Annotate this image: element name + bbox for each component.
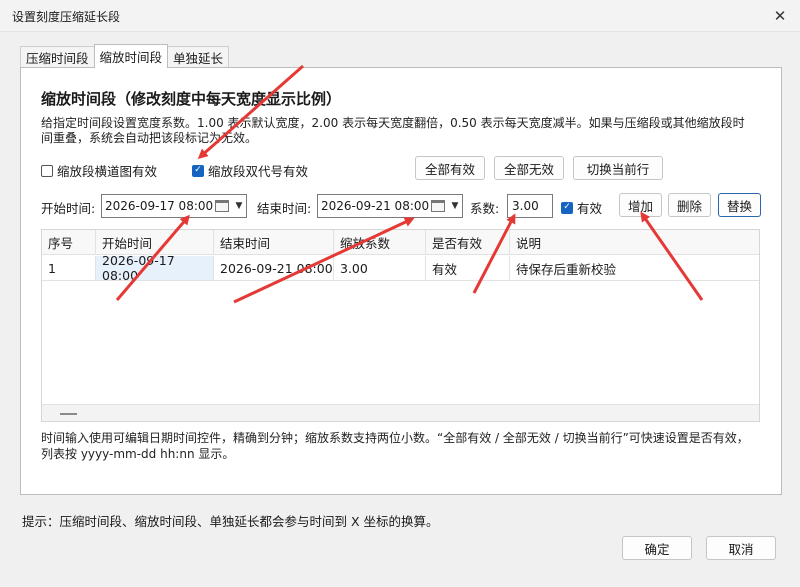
tab-panel: 缩放时间段（修改刻度中每天宽度显示比例） 给指定时间段设置宽度系数。1.00 表… xyxy=(20,67,782,495)
hint-text: 提示：压缩时间段、缩放时间段、单独延长都会参与时间到 X 坐标的换算。 xyxy=(22,514,439,529)
row-description[interactable]: 待保存后重新校验 xyxy=(510,256,759,281)
zone-table: 序号 开始时间 结束时间 缩放系数 是否有效 说明 1 2026-09-17 0… xyxy=(41,229,760,422)
horizontal-chart-label: 缩放段横道图有效 xyxy=(57,164,158,179)
column-header[interactable]: 序号 xyxy=(42,230,96,255)
add-button[interactable]: 增加 xyxy=(619,193,662,217)
replace-button[interactable]: 替换 xyxy=(718,193,761,217)
valid-label: 有效 xyxy=(577,201,603,216)
tab-scale[interactable]: 缩放时间段 xyxy=(93,44,169,68)
end-time-label: 结束时间: xyxy=(257,201,312,216)
checkbox-checked-icon: ✓ xyxy=(192,164,204,177)
chevron-down-icon[interactable]: ▼ xyxy=(448,201,462,211)
column-header[interactable]: 说明 xyxy=(510,230,759,255)
table-header: 序号 开始时间 结束时间 缩放系数 是否有效 说明 xyxy=(42,230,759,255)
double-code-label: 缩放段双代号有效 xyxy=(208,164,309,179)
horizontal-scrollbar[interactable] xyxy=(42,404,759,421)
end-time-value: 2026-09-21 08:00 xyxy=(321,199,430,213)
column-header[interactable]: 缩放系数 xyxy=(334,230,426,255)
calendar-icon[interactable] xyxy=(215,200,229,212)
row-start-time[interactable]: 2026-09-17 08:00 xyxy=(96,253,214,283)
factor-label: 系数: xyxy=(470,201,500,216)
section-description: 给指定时间段设置宽度系数。1.00 表示默认宽度，2.00 表示每天宽度翻倍，0… xyxy=(41,116,745,145)
cancel-button[interactable]: 取消 xyxy=(706,536,776,560)
double-code-checkbox[interactable]: ✓ 缩放段双代号有效 xyxy=(192,161,308,180)
row-index: 1 xyxy=(42,256,96,281)
start-time-picker[interactable]: 2026-09-17 08:00 ▼ xyxy=(101,194,247,218)
ok-button[interactable]: 确定 xyxy=(622,536,692,560)
close-icon[interactable]: ✕ xyxy=(760,0,800,32)
row-factor[interactable]: 3.00 xyxy=(334,256,426,281)
tab-extend[interactable]: 单独延长 xyxy=(167,46,230,68)
window-title: 设置刻度压缩延长段 xyxy=(12,10,121,24)
usage-note: 时间输入使用可编辑日期时间控件，精确到分钟；缩放系数支持两位小数。“全部有效 /… xyxy=(41,431,749,461)
tab-strip: 压缩时间段 缩放时间段 单独延长 xyxy=(20,44,230,68)
start-time-value: 2026-09-17 08:00 xyxy=(105,199,214,213)
horizontal-chart-checkbox[interactable]: 缩放段横道图有效 xyxy=(41,161,157,180)
delete-button[interactable]: 删除 xyxy=(668,193,711,217)
all-valid-button[interactable]: 全部有效 xyxy=(415,156,485,180)
chevron-down-icon[interactable]: ▼ xyxy=(232,201,246,211)
start-time-label: 开始时间: xyxy=(41,201,96,216)
tab-compress[interactable]: 压缩时间段 xyxy=(20,46,95,68)
section-title: 缩放时间段（修改刻度中每天宽度显示比例） xyxy=(41,90,342,108)
scrollbar-thumb[interactable] xyxy=(60,413,77,415)
calendar-icon[interactable] xyxy=(431,200,445,212)
column-header[interactable]: 开始时间 xyxy=(96,230,214,255)
toggle-current-button[interactable]: 切换当前行 xyxy=(573,156,663,180)
row-end-time[interactable]: 2026-09-21 08:00 xyxy=(214,256,334,281)
valid-checkbox[interactable]: ✓ 有效 xyxy=(561,198,602,217)
row-valid[interactable]: 有效 xyxy=(426,256,510,281)
checkbox-empty-icon xyxy=(41,164,53,177)
all-invalid-button[interactable]: 全部无效 xyxy=(494,156,564,180)
factor-input[interactable]: 3.00 xyxy=(507,194,553,218)
title-bar: 设置刻度压缩延长段 ✕ xyxy=(0,0,800,32)
column-header[interactable]: 结束时间 xyxy=(214,230,334,255)
end-time-picker[interactable]: 2026-09-21 08:00 ▼ xyxy=(317,194,463,218)
checkbox-checked-icon: ✓ xyxy=(561,201,573,214)
column-header[interactable]: 是否有效 xyxy=(426,230,510,255)
table-row[interactable]: 1 2026-09-17 08:00 2026-09-21 08:00 3.00… xyxy=(42,253,759,283)
